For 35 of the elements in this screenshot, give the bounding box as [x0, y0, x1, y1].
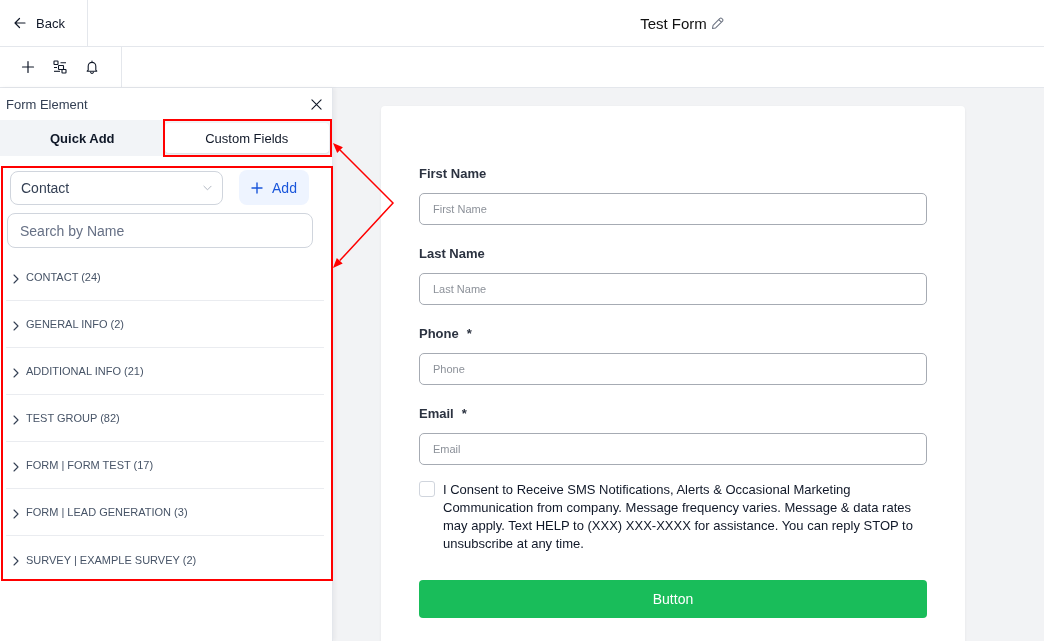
- text-input[interactable]: Phone: [419, 353, 927, 385]
- back-button[interactable]: Back: [10, 11, 69, 35]
- text-input[interactable]: Email: [419, 433, 927, 465]
- consent-checkbox[interactable]: [419, 481, 435, 497]
- field-group-row[interactable]: ADDITIONAL INFO (21): [6, 348, 324, 395]
- field-label: First Name: [419, 165, 487, 181]
- field-label: Phone: [419, 325, 459, 341]
- arrow-left-icon: [14, 17, 26, 29]
- text-input[interactable]: Last Name: [419, 273, 927, 305]
- required-mark: *: [466, 325, 472, 341]
- add-button[interactable]: Add: [239, 170, 309, 205]
- consent-text: I Consent to Receive SMS Notifications, Alerts & Occasional Marketing Communication from company. Message frequency varies. Message & data rates may apply. Text HELP to (XXX) XXX-XXXX for assistance. You can reply STOP to unsubscribe at any time.: [443, 481, 914, 553]
- field-label: Email: [419, 405, 454, 421]
- chevron-down-icon: [203, 184, 212, 191]
- object-select[interactable]: Contact: [10, 170, 223, 205]
- field-group-row[interactable]: FORM | LEAD GENERATION (3): [6, 489, 324, 536]
- bell-icon[interactable]: [85, 60, 99, 74]
- close-icon[interactable]: [311, 98, 322, 110]
- plus-icon: [251, 181, 264, 194]
- field-group-row[interactable]: TEST GROUP (82): [6, 395, 324, 442]
- required-mark: *: [461, 405, 467, 421]
- search-field[interactable]: Search by Name: [7, 213, 313, 248]
- panel-tab[interactable]: Quick Add: [0, 123, 165, 153]
- field-label: Last Name: [419, 245, 485, 261]
- panel-title: Form Element: [6, 96, 88, 112]
- panel-tab[interactable]: Custom Fields: [164, 123, 329, 153]
- field-group-row[interactable]: CONTACT (24): [6, 254, 324, 301]
- form-title: Test Form: [640, 14, 707, 32]
- field-group-row[interactable]: SURVEY | EXAMPLE SURVEY (2): [6, 536, 324, 583]
- squares-icon[interactable]: [53, 60, 67, 74]
- pencil-icon[interactable]: [710, 16, 724, 30]
- plus-icon[interactable]: [21, 60, 35, 74]
- field-group-row[interactable]: GENERAL INFO (2): [6, 301, 324, 348]
- text-input[interactable]: First Name: [419, 193, 927, 225]
- field-group-row[interactable]: FORM | FORM TEST (17): [6, 442, 324, 489]
